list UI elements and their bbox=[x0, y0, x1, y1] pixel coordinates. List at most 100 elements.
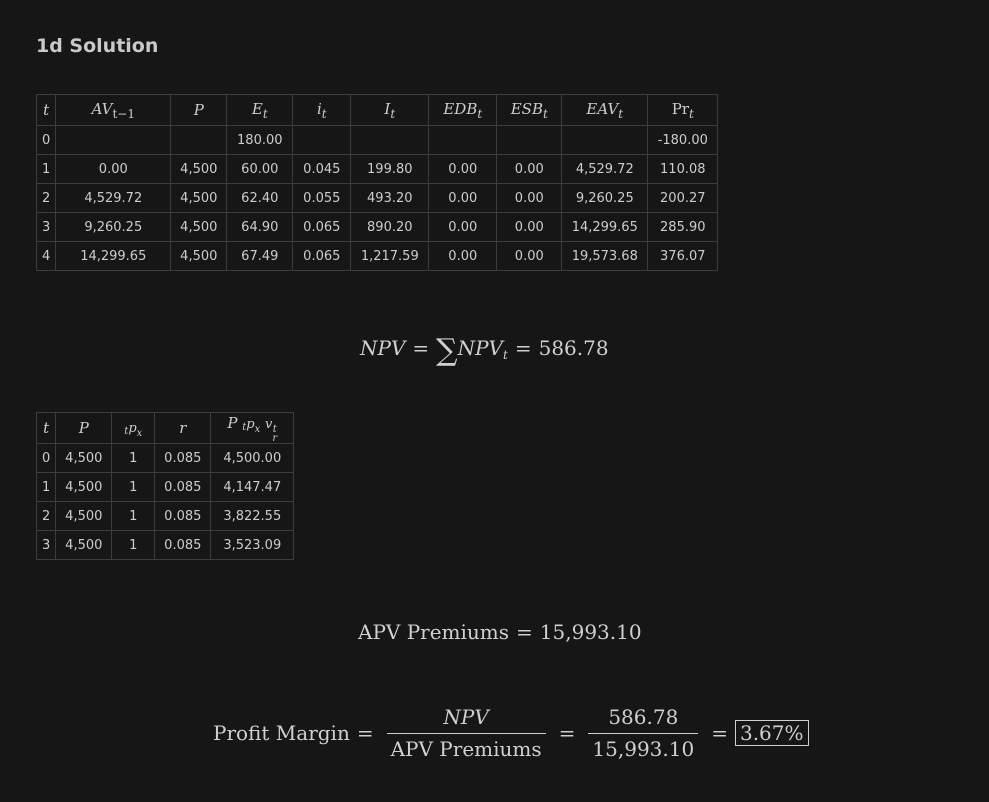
table-cell: 4,500 bbox=[55, 472, 113, 502]
table-row: 4 14,299.65 4,500 67.49 0.065 1,217.59 0… bbox=[35, 241, 719, 271]
header-esb: ESBt bbox=[496, 94, 563, 126]
table-cell: 0.085 bbox=[154, 501, 212, 531]
table-row: 2 4,500 1 0.085 3,822.55 bbox=[35, 501, 295, 531]
header-pr: Prt bbox=[647, 94, 719, 126]
table-cell: 285.90 bbox=[647, 212, 719, 242]
apv-premiums-equation: APV Premiums = 15,993.10 bbox=[358, 620, 642, 644]
table-cell: 4,500 bbox=[55, 443, 113, 473]
header-edb: EDBt bbox=[428, 94, 498, 126]
profit-margin-equation: Profit Margin = NPV APV Premiums = 586.7… bbox=[213, 705, 809, 761]
table-cell: 0.00 bbox=[496, 183, 563, 213]
table-cell: 4,500 bbox=[170, 154, 228, 184]
npv-equation: NPV = ∑NPVt = 586.78 bbox=[360, 333, 609, 368]
table-cell: 4,500 bbox=[170, 241, 228, 271]
table-cell: 0.00 bbox=[428, 154, 498, 184]
table-cell: 19,573.68 bbox=[561, 241, 649, 271]
table-cell: 4,529.72 bbox=[561, 154, 649, 184]
table-cell: 9,260.25 bbox=[55, 212, 172, 242]
table-cell: 0.00 bbox=[496, 154, 563, 184]
profit-test-table: t AVt−1 P Et it It EDBt ESBt EAVt Prt 0 … bbox=[35, 94, 719, 271]
table-row: 1 0.00 4,500 60.00 0.045 199.80 0.00 0.0… bbox=[35, 154, 719, 184]
header-i-rate: it bbox=[292, 94, 352, 126]
header-pv: P tpx vtr bbox=[210, 412, 295, 444]
table-cell: 3,822.55 bbox=[210, 501, 295, 531]
table-cell: 0 bbox=[35, 443, 57, 473]
table-cell: 890.20 bbox=[350, 212, 430, 242]
table-cell: 1,217.59 bbox=[350, 241, 430, 271]
table-cell: 1 bbox=[35, 472, 57, 502]
table-cell: 2 bbox=[35, 501, 57, 531]
table-row: 2 4,529.72 4,500 62.40 0.055 493.20 0.00… bbox=[35, 183, 719, 213]
table-cell: 4,500 bbox=[170, 212, 228, 242]
table-cell: 4,500 bbox=[170, 183, 228, 213]
npv-value: 586.78 bbox=[538, 336, 609, 360]
table-cell: 180.00 bbox=[226, 125, 294, 155]
table-cell: 0 bbox=[35, 125, 57, 155]
table-cell: 0.00 bbox=[55, 154, 172, 184]
table-cell: 62.40 bbox=[226, 183, 294, 213]
npv-lhs: NPV bbox=[360, 336, 406, 360]
table-cell bbox=[170, 125, 228, 155]
header-e: Et bbox=[226, 94, 294, 126]
header-p: P bbox=[170, 94, 228, 126]
fraction-numerator: NPV bbox=[443, 705, 489, 729]
table-cell: 4,500 bbox=[55, 530, 113, 560]
table-cell: 1 bbox=[111, 443, 156, 473]
table-row: 1 4,500 1 0.085 4,147.47 bbox=[35, 472, 295, 502]
table-cell: 0.085 bbox=[154, 443, 212, 473]
table-cell: 376.07 bbox=[647, 241, 719, 271]
table-cell: 0.065 bbox=[292, 212, 352, 242]
table-cell: 3 bbox=[35, 530, 57, 560]
header-av: AVt−1 bbox=[55, 94, 172, 126]
table-cell: 493.20 bbox=[350, 183, 430, 213]
header-eav: EAVt bbox=[561, 94, 649, 126]
table-cell bbox=[350, 125, 430, 155]
apv-label: APV Premiums bbox=[358, 620, 510, 644]
table-cell: 0.065 bbox=[292, 241, 352, 271]
npv-sum-term: NPV bbox=[457, 336, 503, 360]
table-cell: 0.085 bbox=[154, 530, 212, 560]
table-row: 3 9,260.25 4,500 64.90 0.065 890.20 0.00… bbox=[35, 212, 719, 242]
header-tpx: tpx bbox=[111, 412, 156, 444]
table-cell bbox=[561, 125, 649, 155]
table-cell: 64.90 bbox=[226, 212, 294, 242]
table-cell: 0.00 bbox=[428, 212, 498, 242]
fraction-denominator-value: 15,993.10 bbox=[588, 733, 699, 761]
table-cell: 1 bbox=[111, 472, 156, 502]
table-cell: 0.00 bbox=[496, 212, 563, 242]
table-cell: 110.08 bbox=[647, 154, 719, 184]
header-p: P bbox=[55, 412, 113, 444]
table-row: 0 4,500 1 0.085 4,500.00 bbox=[35, 443, 295, 473]
table-cell: 1 bbox=[111, 530, 156, 560]
table-cell: 0.085 bbox=[154, 472, 212, 502]
table-cell: 9,260.25 bbox=[561, 183, 649, 213]
table-cell: 67.49 bbox=[226, 241, 294, 271]
table-cell: 4,147.47 bbox=[210, 472, 295, 502]
header-t: t bbox=[35, 94, 57, 126]
table-cell: 14,299.65 bbox=[55, 241, 172, 271]
fraction-denominator: APV Premiums bbox=[386, 733, 546, 761]
table-cell: 0.045 bbox=[292, 154, 352, 184]
sigma-symbol: ∑ bbox=[436, 333, 458, 368]
table-cell: 1 bbox=[35, 154, 57, 184]
table-cell: 2 bbox=[35, 183, 57, 213]
table-header-row: t AVt−1 P Et it It EDBt ESBt EAVt Prt bbox=[35, 94, 719, 126]
table-cell: 3,523.09 bbox=[210, 530, 295, 560]
apv-value: 15,993.10 bbox=[539, 620, 642, 644]
table-cell: 4 bbox=[35, 241, 57, 271]
table-cell: 4,500 bbox=[55, 501, 113, 531]
table-row: 3 4,500 1 0.085 3,523.09 bbox=[35, 530, 295, 560]
table-cell bbox=[428, 125, 498, 155]
table-cell: 4,529.72 bbox=[55, 183, 172, 213]
table-cell bbox=[55, 125, 172, 155]
table-cell: 1 bbox=[111, 501, 156, 531]
table-cell: 0.00 bbox=[496, 241, 563, 271]
table-cell: -180.00 bbox=[647, 125, 719, 155]
symbolic-fraction: NPV APV Premiums bbox=[386, 705, 546, 761]
header-i-interest: It bbox=[350, 94, 430, 126]
table-cell: 0.00 bbox=[428, 183, 498, 213]
table-cell: 0.055 bbox=[292, 183, 352, 213]
table-row: 0 180.00 -180.00 bbox=[35, 125, 719, 155]
profit-margin-label: Profit Margin bbox=[213, 721, 350, 745]
table-cell: 200.27 bbox=[647, 183, 719, 213]
